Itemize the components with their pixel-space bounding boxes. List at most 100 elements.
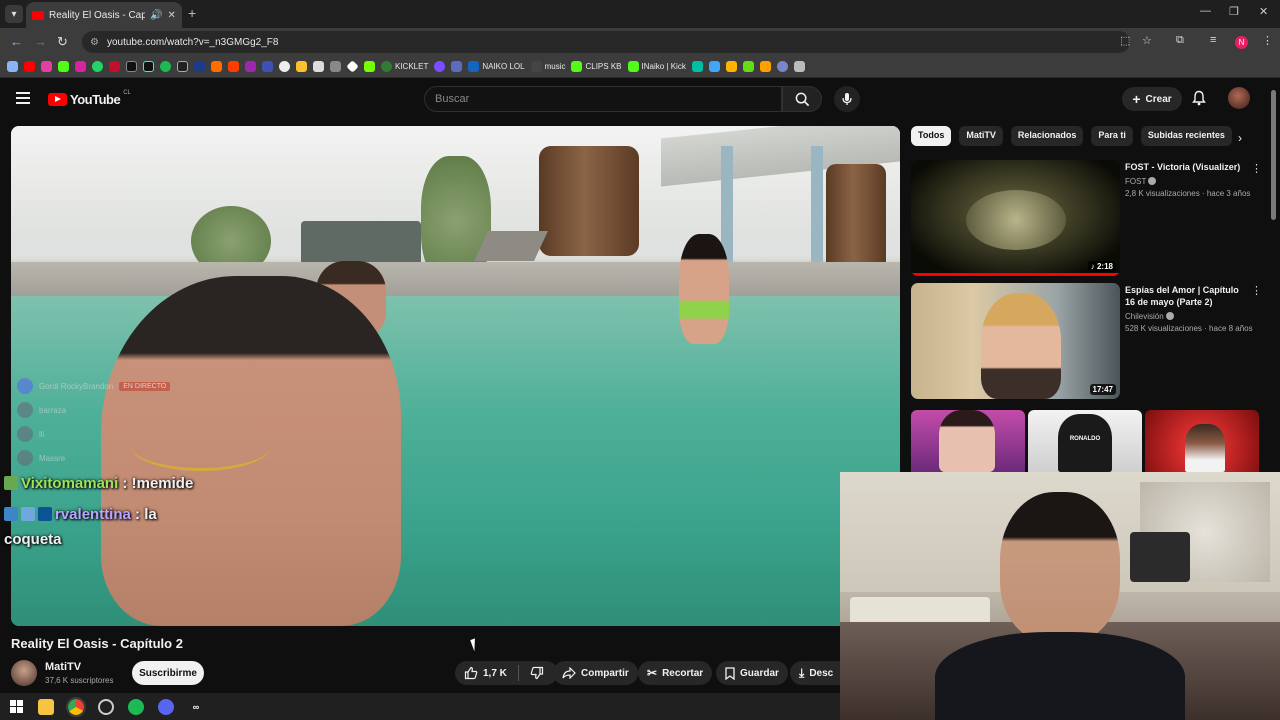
clip-button[interactable]: ✂ Recortar [638, 661, 713, 685]
site-info-icon[interactable]: ⚙ [90, 37, 99, 48]
bookmark-teal-icon[interactable] [691, 60, 704, 74]
create-button[interactable]: + Crear [1122, 87, 1182, 111]
speaker-icon[interactable]: 🔊 [150, 10, 162, 21]
bookmark-s-icon[interactable] [176, 60, 189, 74]
channel-avatar[interactable] [11, 660, 37, 686]
subscribe-button[interactable]: Suscribirme [132, 661, 204, 685]
short-thumbnail[interactable] [1145, 410, 1259, 472]
search-button[interactable] [782, 86, 822, 112]
bookmark-yellow-icon[interactable] [295, 60, 308, 74]
account-avatar[interactable] [1228, 87, 1250, 109]
bookmark-star-icon[interactable]: ☆ [1142, 34, 1152, 47]
chip-todos[interactable]: Todos [911, 126, 952, 146]
apps-grid-icon[interactable] [6, 60, 19, 74]
bookmark-wave-icon[interactable] [776, 60, 789, 74]
bookmark-naiko-lol[interactable]: NAIKO LOL [467, 60, 525, 74]
profile-avatar[interactable]: N [1235, 36, 1248, 49]
extensions-icon[interactable]: ⧉ [1176, 34, 1184, 47]
more-actions-icon[interactable]: ⋮ [1251, 162, 1262, 175]
media-control-icon[interactable]: ≡ [1210, 34, 1216, 46]
bookmark-lime-icon[interactable] [742, 60, 755, 74]
thumbs-down-icon[interactable] [530, 666, 544, 680]
spotify-icon[interactable] [128, 698, 144, 715]
obs-icon[interactable] [98, 698, 114, 715]
close-tab-icon[interactable]: ✕ [167, 10, 175, 21]
bookmark-instagram-icon[interactable] [74, 60, 87, 74]
related-video-thumbnail[interactable]: 17:47 [911, 283, 1120, 399]
bookmark-diamond-icon[interactable] [346, 60, 359, 74]
bookmark-inaiko-kick[interactable]: INaiko | Kick [627, 60, 687, 74]
bookmark-square-icon[interactable] [793, 60, 806, 74]
bookmark-tiktok-icon[interactable] [142, 60, 155, 74]
related-video-thumbnail[interactable]: ♪ 2:18 [911, 160, 1120, 276]
windows-taskbar: ∞ [0, 693, 840, 720]
bookmark-youtube-icon[interactable] [23, 60, 36, 74]
bookmark-red2-icon[interactable] [227, 60, 240, 74]
file-explorer-icon[interactable] [38, 698, 54, 715]
short-thumbnail[interactable] [911, 410, 1025, 472]
related-video-title[interactable]: FOST - Victoria (Visualizer) [1125, 161, 1247, 173]
close-window-icon[interactable]: ✕ [1259, 5, 1268, 18]
bookmark-magnet-icon[interactable] [759, 60, 772, 74]
discord-icon[interactable] [158, 698, 174, 715]
bookmark-kick-icon[interactable] [57, 60, 70, 74]
minimize-icon[interactable]: — [1200, 5, 1211, 17]
download-button[interactable]: ⤓ Desc [790, 661, 840, 685]
tab-search-button[interactable]: ▾ [5, 5, 23, 23]
install-app-icon[interactable]: ⬚ [1120, 34, 1130, 47]
app-icon[interactable]: ∞ [188, 699, 204, 715]
bookmark-chart-icon[interactable] [708, 60, 721, 74]
bookmark-pink-icon[interactable] [40, 60, 53, 74]
bookmark-amber-icon[interactable] [725, 60, 738, 74]
forward-icon[interactable]: → [34, 34, 47, 49]
url-field[interactable]: ⚙ youtube.com/watch?v=_n3GMGg2_F8 [82, 31, 1130, 53]
short-thumbnail[interactable]: RONALDO [1028, 410, 1142, 472]
menu-icon[interactable] [16, 92, 30, 107]
chip-matitv[interactable]: MatiTV [959, 126, 1003, 146]
more-actions-icon[interactable]: ⋮ [1251, 284, 1262, 297]
chrome-icon[interactable] [66, 696, 86, 717]
bookmark-orange-icon[interactable] [210, 60, 223, 74]
bookmark-whatsapp-icon[interactable] [91, 60, 104, 74]
thumbs-up-icon[interactable] [464, 666, 478, 680]
restore-icon[interactable]: ❐ [1229, 5, 1239, 18]
chip-para-ti[interactable]: Para ti [1091, 126, 1133, 146]
youtube-logo[interactable]: YouTube CL [48, 90, 131, 107]
bookmark-shield-icon[interactable] [450, 60, 463, 74]
chip-relacionados[interactable]: Relacionados [1010, 126, 1084, 146]
share-button[interactable]: Compartir [553, 661, 638, 685]
page-scrollbar[interactable] [1271, 90, 1276, 220]
bookmark-purple-icon[interactable] [244, 60, 257, 74]
chip-subidas-recientes[interactable]: Subidas recientes [1140, 126, 1232, 146]
video-duration: 17:47 [1089, 384, 1116, 395]
like-count[interactable]: 1,7 K [483, 668, 507, 679]
chevron-right-icon[interactable]: › [1238, 131, 1242, 145]
new-tab-button[interactable]: + [188, 5, 196, 21]
bookmark-search-icon[interactable] [261, 60, 274, 74]
back-icon[interactable]: ← [10, 34, 23, 49]
reload-icon[interactable]: ↻ [57, 34, 68, 50]
browser-tab-active[interactable]: Reality El Oasis - Capítulo 2 🔊 ✕ [26, 2, 182, 28]
bookmark-kicklet[interactable]: KICKLET [380, 60, 429, 74]
bookmark-violet-icon[interactable] [433, 60, 446, 74]
bookmark-white-icon[interactable] [278, 60, 291, 74]
bookmark-blue-icon[interactable] [193, 60, 206, 74]
bookmark-music[interactable]: music [530, 60, 567, 74]
bookmark-cat-icon[interactable] [312, 60, 325, 74]
scissors-icon: ✂ [647, 666, 658, 680]
bookmark-green-icon[interactable] [363, 60, 376, 74]
voice-search-button[interactable] [834, 86, 860, 112]
video-player[interactable]: Gordi RockyBrandon EN DIRECTO barraza lli… [11, 126, 900, 626]
related-video-title[interactable]: Espías del Amor | Capítulo 16 de mayo (P… [1125, 284, 1247, 308]
windows-start-icon[interactable] [8, 699, 24, 715]
bookmark-grey-icon[interactable] [329, 60, 342, 74]
bookmark-clips-kb[interactable]: CLIPS KB [570, 60, 622, 74]
search-input[interactable]: Buscar [424, 86, 782, 112]
bookmark-spotify-icon[interactable] [159, 60, 172, 74]
bookmark-red-icon[interactable] [108, 60, 121, 74]
browser-menu-icon[interactable]: ⋮ [1262, 34, 1273, 47]
channel-name[interactable]: MatiTV [45, 661, 81, 673]
notifications-button[interactable] [1192, 90, 1206, 111]
save-button[interactable]: Guardar [716, 661, 788, 685]
bookmark-x-icon[interactable] [125, 60, 138, 74]
